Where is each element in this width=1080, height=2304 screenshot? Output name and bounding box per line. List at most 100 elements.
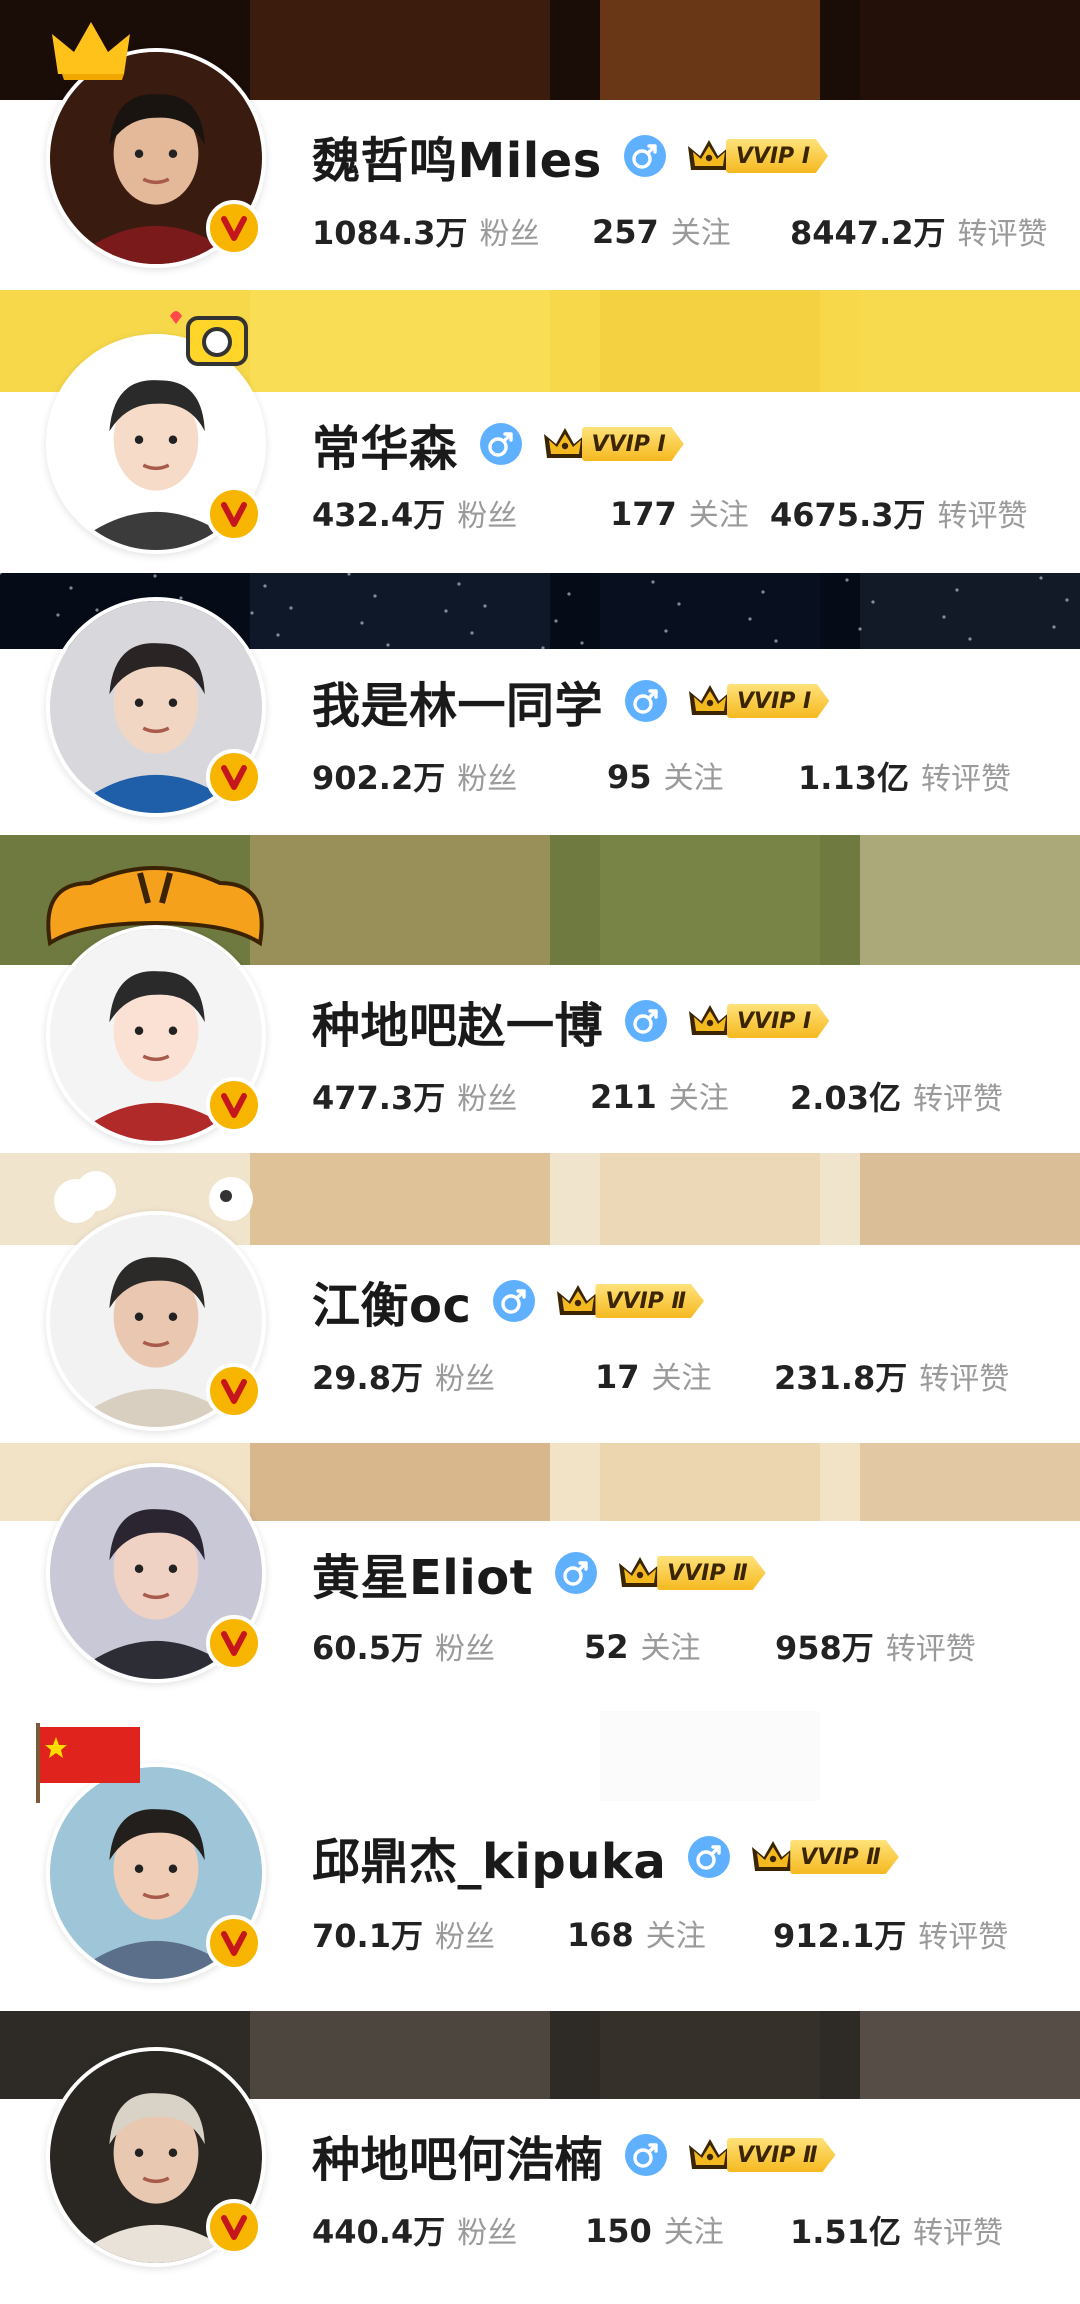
following-stat-count: 177 <box>610 495 677 533</box>
male-gender-icon <box>623 135 666 177</box>
avatar-wrapper[interactable] <box>46 1171 266 1431</box>
male-gender-icon <box>688 1836 731 1878</box>
likes-stat-label: 转评赞 <box>885 1632 976 1667</box>
avatar-wrapper[interactable] <box>46 22 266 268</box>
avatar-wrapper[interactable] <box>46 2047 266 2267</box>
following-stat[interactable]: 257 关注 <box>592 208 731 252</box>
fans-stat[interactable]: 477.3万 粉丝 <box>312 1073 517 1119</box>
fans-stat-label: 粉丝 <box>434 1920 495 1955</box>
following-stat[interactable]: 17 关注 <box>595 1353 712 1397</box>
avatar-wrapper[interactable] <box>46 597 266 817</box>
following-stat[interactable]: 150 关注 <box>585 2207 724 2251</box>
name-row: 江衡oc VVIP Ⅱ <box>312 1271 704 1334</box>
profile-name[interactable]: 种地吧赵一博 <box>312 986 603 1056</box>
profile-card[interactable]: 魏哲鸣Miles VVIP Ⅰ 1084.3万 粉丝 257 关注 8447.2万 转评赞 <box>0 0 1080 290</box>
vvip-badge[interactable]: VVIP Ⅰ <box>542 423 684 465</box>
following-stat[interactable]: 177 关注 <box>610 490 749 534</box>
avatar-decoration <box>46 14 136 84</box>
likes-stat-label: 转评赞 <box>920 762 1011 797</box>
likes-stat[interactable]: 1.51亿 转评赞 <box>790 2207 1003 2253</box>
fans-stat[interactable]: 440.4万 粉丝 <box>312 2207 517 2253</box>
profile-card[interactable]: 种地吧何浩楠 VVIP Ⅱ 440.4万 粉丝 150 关注 1.51亿 转评赞 <box>0 2011 1080 2304</box>
fans-stat[interactable]: 60.5万 粉丝 <box>312 1623 495 1669</box>
fans-stat[interactable]: 29.8万 粉丝 <box>312 1353 495 1399</box>
stats-row: 29.8万 粉丝 17 关注 231.8万 转评赞 <box>312 1353 1040 1403</box>
likes-stat-count: 912.1万 <box>773 1917 907 1955</box>
verified-badge-icon <box>206 486 262 542</box>
profile-name[interactable]: 我是林一同学 <box>312 666 603 736</box>
fans-stat[interactable]: 1084.3万 粉丝 <box>312 208 540 254</box>
crown-icon <box>617 1553 663 1593</box>
profile-card[interactable]: 邱鼎杰_kipuka VVIP Ⅱ 70.1万 粉丝 168 关注 912.1万 转评赞 <box>0 1711 1080 2011</box>
profile-card[interactable]: 黄星Eliot VVIP Ⅱ 60.5万 粉丝 52 关注 958万 转评赞 <box>0 1443 1080 1711</box>
vvip-level-label: VVIP Ⅱ <box>657 1556 766 1590</box>
fans-stat-label: 粉丝 <box>457 2216 518 2251</box>
name-row: 魏哲鸣Miles VVIP Ⅰ <box>312 126 829 189</box>
likes-stat[interactable]: 2.03亿 转评赞 <box>790 1073 1003 1119</box>
profile-name[interactable]: 种地吧何浩楠 <box>312 2120 603 2190</box>
likes-stat-count: 1.13亿 <box>798 759 909 797</box>
following-stat-label: 关注 <box>668 1081 729 1116</box>
vvip-badge[interactable]: VVIP Ⅰ <box>687 1000 830 1042</box>
following-stat-count: 168 <box>567 1916 634 1954</box>
likes-stat[interactable]: 8447.2万 转评赞 <box>790 208 1048 254</box>
name-row: 种地吧赵一博 VVIP Ⅰ <box>312 991 830 1054</box>
fans-stat[interactable]: 70.1万 粉丝 <box>312 1911 495 1957</box>
following-stat[interactable]: 168 关注 <box>567 1911 706 1955</box>
likes-stat-label: 转评赞 <box>912 1082 1003 1117</box>
profile-feed: 魏哲鸣Miles VVIP Ⅰ 1084.3万 粉丝 257 关注 8447.2万 转评赞 常… <box>0 0 1080 2304</box>
vvip-badge[interactable]: VVIP Ⅰ <box>686 135 829 177</box>
vvip-level-label: VVIP Ⅰ <box>727 1004 830 1038</box>
following-stat[interactable]: 95 关注 <box>607 753 724 797</box>
following-stat-label: 关注 <box>640 1631 701 1666</box>
profile-name[interactable]: 江衡oc <box>312 1266 471 1336</box>
following-stat-count: 17 <box>595 1358 640 1396</box>
vvip-badge[interactable]: VVIP Ⅱ <box>687 2134 836 2176</box>
vvip-badge[interactable]: VVIP Ⅱ <box>750 1836 899 1878</box>
following-stat-label: 关注 <box>688 498 749 533</box>
following-stat-count: 150 <box>585 2212 652 2250</box>
avatar-wrapper[interactable] <box>46 1463 266 1683</box>
fans-stat-label: 粉丝 <box>457 499 518 534</box>
profile-card[interactable]: 常华森 VVIP Ⅰ 432.4万 粉丝 177 关注 4675.3万 转评赞 <box>0 290 1080 573</box>
vvip-badge[interactable]: VVIP Ⅱ <box>555 1280 704 1322</box>
profile-name[interactable]: 魏哲鸣Miles <box>312 121 602 191</box>
profile-card[interactable]: 江衡oc VVIP Ⅱ 29.8万 粉丝 17 关注 231.8万 转评赞 <box>0 1153 1080 1443</box>
vvip-badge[interactable]: VVIP Ⅱ <box>617 1552 766 1594</box>
likes-stat[interactable]: 912.1万 转评赞 <box>773 1911 1008 1957</box>
avatar-wrapper[interactable] <box>36 1723 266 1983</box>
following-stat-label: 关注 <box>651 1361 712 1396</box>
following-stat[interactable]: 52 关注 <box>584 1623 701 1667</box>
likes-stat[interactable]: 4675.3万 转评赞 <box>770 490 1028 536</box>
following-stat-count: 211 <box>590 1078 657 1116</box>
avatar-decoration <box>36 1151 276 1241</box>
following-stat-label: 关注 <box>663 2215 724 2250</box>
fans-stat[interactable]: 902.2万 粉丝 <box>312 753 517 799</box>
profile-name[interactable]: 邱鼎杰_kipuka <box>312 1822 666 1892</box>
avatar-wrapper[interactable] <box>46 866 266 1145</box>
profile-card[interactable]: 种地吧赵一博 VVIP Ⅰ 477.3万 粉丝 211 关注 2.03亿 转评赞 <box>0 835 1080 1153</box>
following-stat-label: 关注 <box>645 1919 706 1954</box>
profile-name[interactable]: 黄星Eliot <box>312 1538 533 1608</box>
profile-card[interactable]: 我是林一同学 VVIP Ⅰ 902.2万 粉丝 95 关注 1.13亿 转评赞 <box>0 571 1080 835</box>
profile-name[interactable]: 常华森 <box>312 409 458 479</box>
following-stat-count: 52 <box>584 1628 629 1666</box>
fans-stat-count: 60.5万 <box>312 1629 423 1667</box>
crown-icon <box>686 136 732 176</box>
likes-stat-label: 转评赞 <box>918 1920 1009 1955</box>
verified-badge-icon <box>206 200 262 256</box>
likes-stat[interactable]: 231.8万 转评赞 <box>774 1353 1009 1399</box>
stats-row: 432.4万 粉丝 177 关注 4675.3万 转评赞 <box>312 490 1040 540</box>
vvip-level-label: VVIP Ⅱ <box>595 1284 704 1318</box>
avatar-wrapper[interactable] <box>46 311 266 554</box>
vvip-badge[interactable]: VVIP Ⅰ <box>687 680 830 722</box>
crown-icon <box>687 2135 733 2175</box>
fans-stat-count: 432.4万 <box>312 496 446 534</box>
avatar-decoration <box>30 853 280 983</box>
fans-stat[interactable]: 432.4万 粉丝 <box>312 490 517 536</box>
following-stat[interactable]: 211 关注 <box>590 1073 729 1117</box>
likes-stat[interactable]: 958万 转评赞 <box>775 1623 976 1669</box>
likes-stat[interactable]: 1.13亿 转评赞 <box>798 753 1011 799</box>
likes-stat-label: 转评赞 <box>957 217 1048 252</box>
stats-row: 440.4万 粉丝 150 关注 1.51亿 转评赞 <box>312 2207 1040 2257</box>
